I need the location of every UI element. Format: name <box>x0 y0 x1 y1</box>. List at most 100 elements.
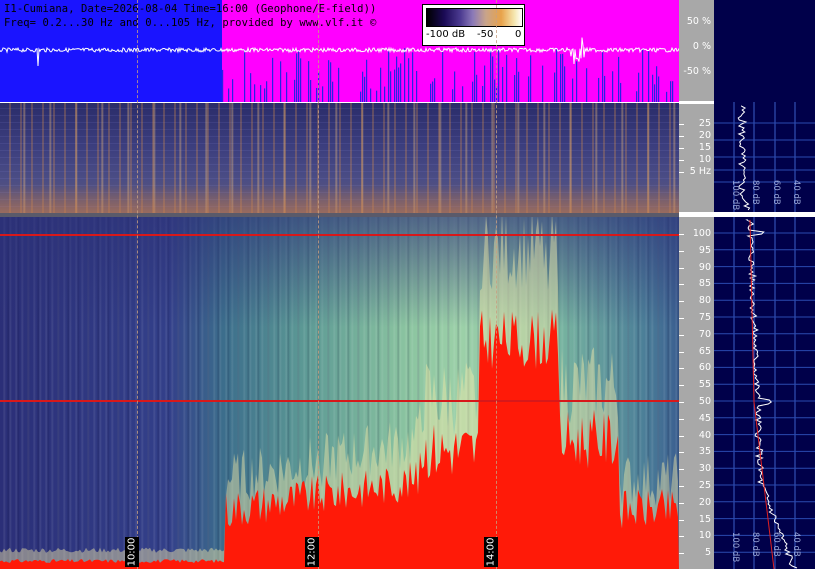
waveform-bar <box>374 83 376 102</box>
scale-tick <box>679 402 684 403</box>
high-scale-label: 5 <box>704 547 711 559</box>
waveform-bar <box>616 73 618 102</box>
waveform-bar <box>408 58 410 102</box>
waveform-bar <box>578 91 580 102</box>
scale-tick <box>679 148 684 149</box>
waveform-bar <box>452 89 454 102</box>
waveform-bar <box>542 65 544 102</box>
waveform-bar <box>326 90 328 102</box>
waveform-bar <box>378 72 380 102</box>
colorbar-label-mid: -50 <box>477 29 494 40</box>
header-station-line: I1-Cumiana, Date=2026-08-04 Time=16:00 (… <box>4 3 377 15</box>
waveform-bar <box>674 63 676 102</box>
waveform-bar <box>468 76 470 102</box>
high-scale-label: 30 <box>698 463 711 475</box>
waveform-bar <box>364 76 366 102</box>
waveform-bar <box>524 80 526 102</box>
scale-tick <box>679 553 684 555</box>
waveform-bar <box>276 71 278 102</box>
waveform-bar <box>536 70 538 102</box>
waveform-bar <box>516 58 518 102</box>
waveform-bar <box>540 66 542 102</box>
waveform-bar <box>352 84 354 102</box>
waveform-bar <box>610 64 612 102</box>
scale-tick <box>679 486 684 487</box>
scale-separator-top <box>679 101 714 104</box>
waveform-bar <box>322 86 324 102</box>
spectrogram-high <box>0 217 679 569</box>
waveform-bar <box>454 71 456 102</box>
scale-tick <box>679 334 684 336</box>
waveform-bar <box>584 69 586 102</box>
scale-tick <box>679 351 684 353</box>
waveform-bar <box>502 66 504 102</box>
waveform-bar <box>670 81 672 102</box>
waveform-bar <box>506 54 508 102</box>
high-scale-label: 35 <box>698 446 711 458</box>
time-label-1200: 12:00 <box>305 537 319 567</box>
profile-trace-high <box>745 219 798 569</box>
high-scale-label: 15 <box>698 513 711 525</box>
waveform-bar <box>522 52 524 102</box>
waveform-bar <box>262 76 264 102</box>
waveform-bar <box>582 89 584 102</box>
waveform-bar <box>534 71 536 102</box>
high-scale-label: 95 <box>698 244 711 256</box>
waveform-bar <box>430 83 432 102</box>
waveform-bar <box>428 90 430 102</box>
high-scale-label: 45 <box>698 412 711 424</box>
scale-tick <box>679 160 684 161</box>
high-scale-label: 75 <box>698 312 711 323</box>
waveform-bar <box>450 77 452 102</box>
header-frequency-line: Freq= 0.2...30 Hz and 0...105 Hz, provid… <box>4 17 377 29</box>
waveform-bar <box>356 73 358 102</box>
scale-tick <box>679 267 684 269</box>
waveform-bar <box>614 87 616 102</box>
waveform-bar <box>644 50 646 102</box>
spectrogram-low-floor <box>0 185 679 213</box>
waveform-bar <box>526 89 528 102</box>
waveform-scale-label: 0 % <box>692 41 711 52</box>
low-scale-label: 15 <box>698 142 711 153</box>
waveform-bar <box>532 67 534 102</box>
waveform-bar <box>564 66 566 102</box>
high-scale-label: 80 <box>698 295 711 307</box>
waveform-bar <box>344 79 346 102</box>
waveform-bar <box>298 50 300 102</box>
profile-db-label: 60 dB <box>771 532 781 557</box>
waveform-bar <box>510 64 512 102</box>
scale-tick <box>679 536 684 538</box>
waveform-bar <box>400 63 402 102</box>
waveform-bar <box>436 65 438 102</box>
waveform-bar <box>518 71 520 102</box>
waveform-bar <box>566 91 568 102</box>
waveform-bar <box>546 91 548 102</box>
waveform-bar <box>676 54 678 102</box>
waveform-bar <box>586 68 588 102</box>
scale-tick <box>679 435 684 437</box>
waveform-bar <box>444 88 446 102</box>
waveform-bar <box>222 69 224 102</box>
waveform-bar <box>406 62 408 102</box>
waveform-bar <box>608 56 610 102</box>
waveform-bar <box>370 88 372 102</box>
waveform-bar <box>284 72 286 102</box>
high-scale-label: 10 <box>698 530 711 542</box>
waveform-bar <box>414 89 416 102</box>
spectrogram-saturation-area <box>0 217 679 569</box>
waveform-bar <box>266 81 268 102</box>
waveform-bar <box>464 53 466 102</box>
waveform-bar <box>598 77 600 102</box>
colorbar-legend: -100 dB -50 0 <box>422 4 525 46</box>
low-scale-label: 25 <box>698 118 711 129</box>
waveform-bar <box>664 68 666 102</box>
waveform-bar <box>666 91 668 102</box>
waveform-bar <box>504 86 506 102</box>
waveform-bar <box>314 65 316 102</box>
waveform-bar <box>354 63 356 102</box>
waveform-bar <box>544 69 546 102</box>
waveform-bar <box>432 81 434 102</box>
waveform-bar <box>630 59 632 102</box>
waveform-bar <box>232 79 234 102</box>
waveform-bar <box>270 64 272 102</box>
